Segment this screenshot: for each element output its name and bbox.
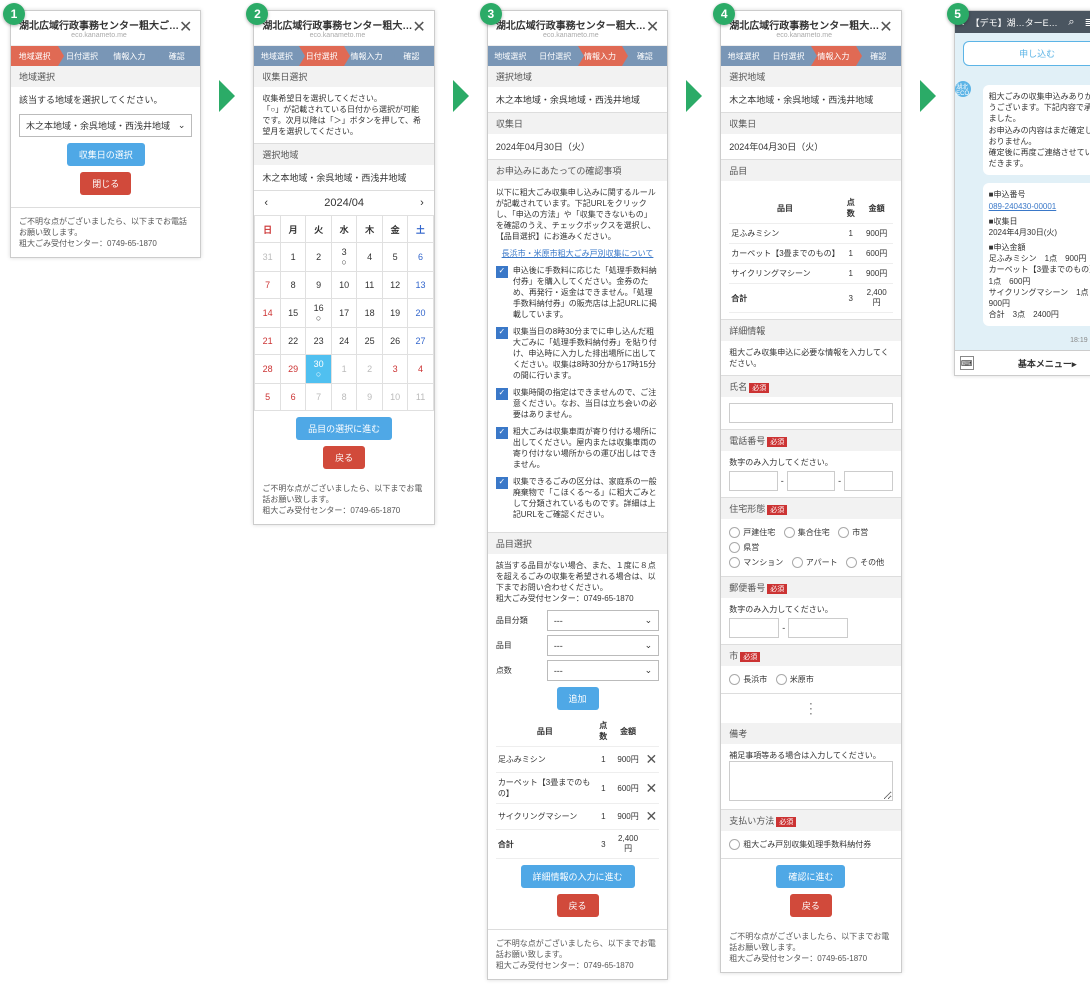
selected-date[interactable]: 30○ <box>306 355 331 384</box>
house-radio[interactable]: 戸建住宅 <box>729 527 775 538</box>
proceed-items-button[interactable]: 品目の選択に進む <box>296 417 392 440</box>
pay-radio[interactable]: 粗大ごみ戸別収集処理手数料納付券 <box>729 839 871 850</box>
chevron-down-icon: ⌄ <box>178 120 186 131</box>
calendar-month: 2024/04 <box>324 197 364 209</box>
app-title: 湖北広域行政事務センター粗大ご… <box>19 17 179 32</box>
back-button[interactable]: 戻る <box>323 446 365 469</box>
qty-select[interactable]: ---⌄ <box>547 660 659 681</box>
next-month-icon[interactable]: › <box>420 197 424 209</box>
tel-input-1[interactable] <box>729 471 777 491</box>
search-icon[interactable]: ⌕ <box>1068 16 1074 29</box>
footer: ご不明な点がございましたら、以下までお電話お願い致します。粗大ごみ受付センター：… <box>11 208 200 257</box>
close-icon[interactable]: ✕ <box>879 20 892 36</box>
menu-icon[interactable]: ≣ <box>1085 16 1090 29</box>
add-button[interactable]: 追加 <box>557 687 599 710</box>
arrow-icon <box>219 80 235 112</box>
proceed-detail-button[interactable]: 詳細情報の入力に進む <box>521 865 635 888</box>
arrow-icon <box>686 80 702 112</box>
zip-input-2[interactable] <box>788 618 848 638</box>
item-select[interactable]: ---⌄ <box>547 635 659 656</box>
calendar: 日月火水木金土 31123○456 78910111213 141516○171… <box>254 215 433 411</box>
rules-link[interactable]: 長浜市・米原市粗大ごみ戸別収集について <box>502 249 654 258</box>
select-date-button[interactable]: 収集日の選択 <box>67 143 145 166</box>
delete-icon[interactable]: ✕ <box>645 780 657 796</box>
item-table: 品目点数金額 足ふみミシン1900円✕ カーペット【3畳までのもの】1600円✕… <box>496 716 659 859</box>
arrow-icon <box>453 80 469 112</box>
table-row: サイクリングマシーン1900円✕ <box>496 804 659 830</box>
panel-step5: 5 ‹ 【デモ】湖…ターECO ⌕ ≣ ☰ 申し込む 18:58 湖北ECO 粗… <box>954 10 1090 376</box>
arrow-icon <box>920 80 936 112</box>
delete-icon[interactable]: ✕ <box>645 808 657 824</box>
application-number-link[interactable]: 089-240430-00001 <box>989 202 1057 211</box>
step-badge-1: 1 <box>3 3 25 25</box>
phone-header: ‹ 【デモ】湖…ターECO ⌕ ≣ ☰ <box>955 11 1090 33</box>
zip-input-1[interactable] <box>729 618 779 638</box>
close-icon[interactable]: ✕ <box>179 20 192 36</box>
bot-avatar: 湖北ECO <box>955 81 971 97</box>
tel-input-2[interactable] <box>787 471 835 491</box>
step-badge-3: 3 <box>480 3 502 25</box>
checkbox-3[interactable]: ✓ <box>496 388 508 400</box>
delete-icon[interactable]: ✕ <box>645 751 657 767</box>
category-select[interactable]: ---⌄ <box>547 610 659 631</box>
back-button[interactable]: 戻る <box>557 894 599 917</box>
memo-input[interactable] <box>729 761 892 801</box>
progress-steps: 地域選択 日付選択 情報入力 確認 <box>11 46 200 66</box>
city-radio[interactable]: 長浜市 <box>729 674 767 685</box>
panel-step2: 2 湖北広域行政事務センター粗大… eco.kanameto.me ✕ 地域選択… <box>253 10 434 525</box>
confirm-button[interactable]: 確認に進む <box>776 865 845 888</box>
checkbox-1[interactable]: ✓ <box>496 266 508 278</box>
close-icon[interactable]: ✕ <box>646 20 659 36</box>
back-button[interactable]: 戻る <box>790 894 832 917</box>
step-badge-5: 5 <box>947 3 969 25</box>
chat-message: ■申込番号 089-240430-00001 ■収集日 2024年4月30日(火… <box>983 183 1090 326</box>
panel-step3: 3 湖北広域行政事務センター粗大… eco.kanameto.me ✕ 地域選択… <box>487 10 668 980</box>
apply-button[interactable]: 申し込む <box>963 41 1090 66</box>
panel-step1: 1 湖北広域行政事務センター粗大ご… eco.kanameto.me ✕ 地域選… <box>10 10 201 258</box>
prev-month-icon[interactable]: ‹ <box>264 197 268 209</box>
name-input[interactable] <box>729 403 892 423</box>
checkbox-2[interactable]: ✓ <box>496 327 508 339</box>
panel-step4: 4 湖北広域行政事務センター粗大… eco.kanameto.me ✕ 地域選択… <box>720 10 901 973</box>
tel-input-3[interactable] <box>844 471 892 491</box>
table-row: 足ふみミシン1900円✕ <box>496 747 659 773</box>
close-icon[interactable]: ✕ <box>412 20 425 36</box>
keyboard-icon[interactable]: ⌨ <box>960 356 974 370</box>
chat-message: 粗大ごみの収集申込みありがとうございます。下記内容で承りました。 お申込みの内容… <box>983 85 1090 175</box>
item-table: 品目点数金額 足ふみミシン1900円 カーペット【3畳までのもの】1600円 サ… <box>729 193 892 313</box>
region-select[interactable]: 木之本地域・余呉地域・西浅井地域⌄ <box>19 114 192 137</box>
table-row: カーペット【3畳までのもの】1600円✕ <box>496 773 659 804</box>
close-button[interactable]: 閉じる <box>80 172 131 195</box>
checkbox-5[interactable]: ✓ <box>496 477 508 489</box>
phone-bottom-bar: ⌨ 基本メニュー▸ <box>955 350 1090 375</box>
checkbox-4[interactable]: ✓ <box>496 427 508 439</box>
